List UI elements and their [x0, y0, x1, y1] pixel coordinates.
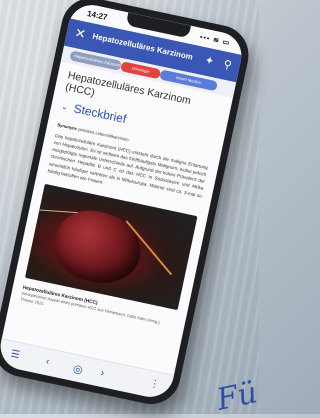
menu-icon[interactable]: ☰ [10, 349, 21, 362]
status-time: 14:27 [86, 8, 109, 23]
chevron-left-icon[interactable]: ‹ [45, 356, 51, 367]
signal-icons: ▪▪▪ ≋ ▭ [199, 33, 231, 48]
navigation-icon[interactable]: ◎ [72, 362, 84, 377]
article-content: Hepatozelluläres Karzinom (HCC) ⌄ Steckb… [20, 67, 222, 334]
synonyms-label: Synonym: [56, 122, 78, 132]
chevron-right-icon[interactable]: › [100, 368, 106, 379]
search-icon[interactable]: ⚲ [222, 57, 233, 71]
close-icon[interactable]: ✕ [73, 25, 88, 43]
star-icon[interactable]: ✦ [204, 54, 216, 68]
section-title: Steckbrief [72, 101, 128, 127]
more-icon[interactable]: ⋮ [149, 378, 161, 391]
photo-tissue [48, 203, 148, 291]
chevron-down-icon: ⌄ [60, 101, 70, 112]
